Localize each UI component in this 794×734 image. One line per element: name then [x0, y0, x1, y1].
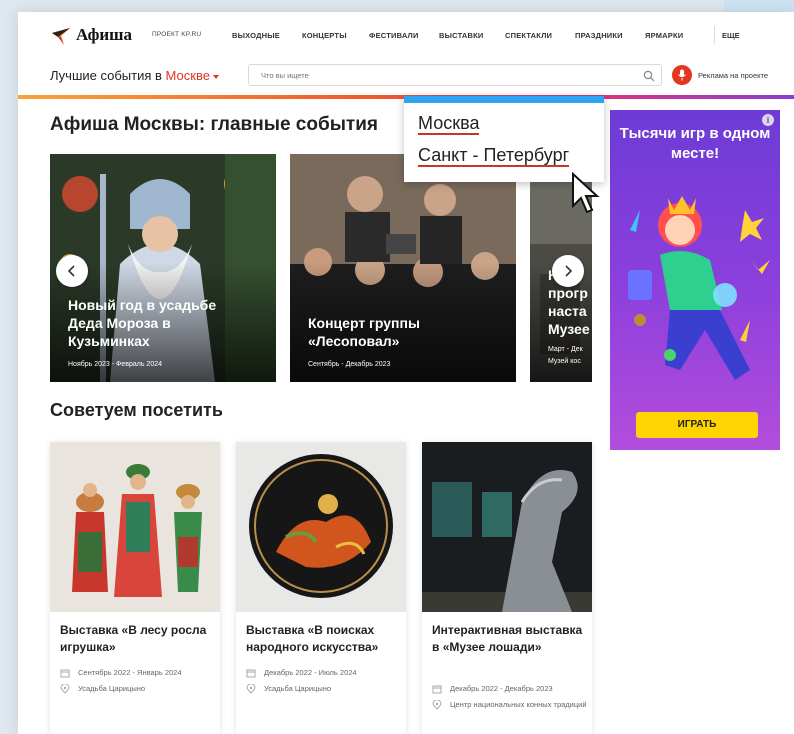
card-date: Ноябрь 2023 - Февраль 2024: [68, 361, 162, 368]
recommend-card-title: Интерактивная выставка в «Музее лошади»: [432, 623, 583, 654]
recommend-card-date: Декабрь 2022 - Декабрь 2023: [432, 684, 587, 697]
nav-menu: ВЫХОДНЫЕ КОНЦЕРТЫ ФЕСТИВАЛИ ВЫСТАВКИ СПЕ…: [232, 31, 705, 40]
logo-star-icon: [50, 24, 72, 46]
ad-banner[interactable]: i Тысячи игр в одном месте! ИГРАТЬ: [610, 110, 780, 450]
search-box[interactable]: [248, 64, 662, 86]
calendar-icon: [432, 684, 444, 697]
chevron-right-icon: [565, 265, 573, 277]
horse-sculpture-photo: [422, 442, 592, 612]
microphone-icon[interactable]: [672, 65, 692, 85]
nav-item-festivals[interactable]: ФЕСТИВАЛИ: [369, 31, 439, 40]
city-selector-label: Лучшие события в: [50, 68, 162, 83]
calendar-icon: [60, 668, 72, 681]
recommend-card-title: Выставка «В поисках народного искусства»: [246, 623, 379, 654]
city-option-moscow[interactable]: Москва: [418, 113, 480, 135]
mouse-cursor-icon: [572, 172, 600, 214]
location-pin-icon: [60, 683, 72, 697]
nav-divider: [714, 26, 715, 44]
ad-headline: Тысячи игр в одном месте!: [619, 125, 771, 162]
carousel-prev-button[interactable]: [56, 255, 88, 287]
play-button[interactable]: ИГРАТЬ: [636, 412, 758, 438]
card-date: Март - Дек Музей кос: [548, 346, 583, 365]
recommend-card-horse-museum[interactable]: Интерактивная выставка в «Музее лошади» …: [422, 442, 592, 734]
city-selector[interactable]: Лучшие события в Москве: [50, 68, 219, 83]
wooden-dolls-photo: [50, 442, 220, 612]
location-pin-icon: [246, 683, 258, 697]
search-input[interactable]: [249, 65, 619, 86]
card-title: Концерт группы «Лесоповал»: [308, 315, 420, 349]
advertise-link[interactable]: Реклама на проекте: [698, 71, 768, 80]
recommend-card-date: Сентябрь 2022 - Январь 2024: [60, 668, 215, 681]
search-row: Лучшие события в Москве Реклама на проек…: [18, 62, 794, 94]
lacquer-plate-photo: [236, 442, 406, 612]
nav-item-fairs[interactable]: ЯРМАРКИ: [645, 31, 705, 40]
recommend-card-place: Центр национальных конных традиций: [432, 699, 587, 713]
nav-more-button[interactable]: ЕЩЕ: [722, 31, 740, 40]
logo-subtitle: ПРОЕКТ KP.RU: [152, 31, 202, 38]
nav-item-weekend[interactable]: ВЫХОДНЫЕ: [232, 31, 302, 40]
location-pin-icon: [432, 699, 444, 713]
nav-item-exhibitions[interactable]: ВЫСТАВКИ: [439, 31, 505, 40]
carousel-card-lesopoval[interactable]: Концерт группы «Лесоповал» Сентябрь - Де…: [290, 154, 516, 382]
nav-item-shows[interactable]: СПЕКТАКЛИ: [505, 31, 575, 40]
carousel-next-button[interactable]: [552, 255, 584, 287]
search-icon[interactable]: [643, 69, 655, 82]
ad-illustration: [628, 196, 770, 380]
recommend-card-place: Усадьба Царицыно: [60, 683, 215, 697]
chevron-down-icon: [212, 74, 219, 79]
recommend-card-folk-art[interactable]: Выставка «В поисках народного искусства»…: [236, 442, 406, 734]
top-nav: Афиша ПРОЕКТ KP.RU ВЫХОДНЫЕ КОНЦЕРТЫ ФЕС…: [18, 12, 794, 58]
city-dropdown: Москва Санкт - Петербург: [404, 96, 604, 182]
city-selector-value: Москве: [165, 68, 210, 83]
nav-item-concerts[interactable]: КОНЦЕРТЫ: [302, 31, 369, 40]
recommend-card-toys[interactable]: Выставка «В лесу росла игрушка» Сентябрь…: [50, 442, 220, 734]
card-title: Новый год в усадьбе Деда Мороза в Кузьми…: [68, 297, 217, 349]
logo-text: Афиша: [76, 25, 133, 44]
chevron-left-icon: [67, 265, 75, 277]
recommend-card-date: Декабрь 2022 - Июль 2024: [246, 668, 401, 681]
logo[interactable]: Афиша: [50, 24, 132, 46]
nav-item-holidays[interactable]: ПРАЗДНИКИ: [575, 31, 645, 40]
recommend-card-title: Выставка «В лесу росла игрушка»: [60, 623, 207, 654]
recommend-card-place: Усадьба Царицыно: [246, 683, 401, 697]
city-option-spb[interactable]: Санкт - Петербург: [418, 145, 570, 167]
page-title: Афиша Москвы: главные события: [50, 114, 378, 135]
card-date: Сентябрь - Декабрь 2023: [308, 361, 391, 368]
calendar-icon: [246, 668, 258, 681]
recommend-heading: Советуем посетить: [50, 400, 223, 420]
browser-page: Афиша ПРОЕКТ KP.RU ВЫХОДНЫЕ КОНЦЕРТЫ ФЕС…: [18, 12, 794, 734]
